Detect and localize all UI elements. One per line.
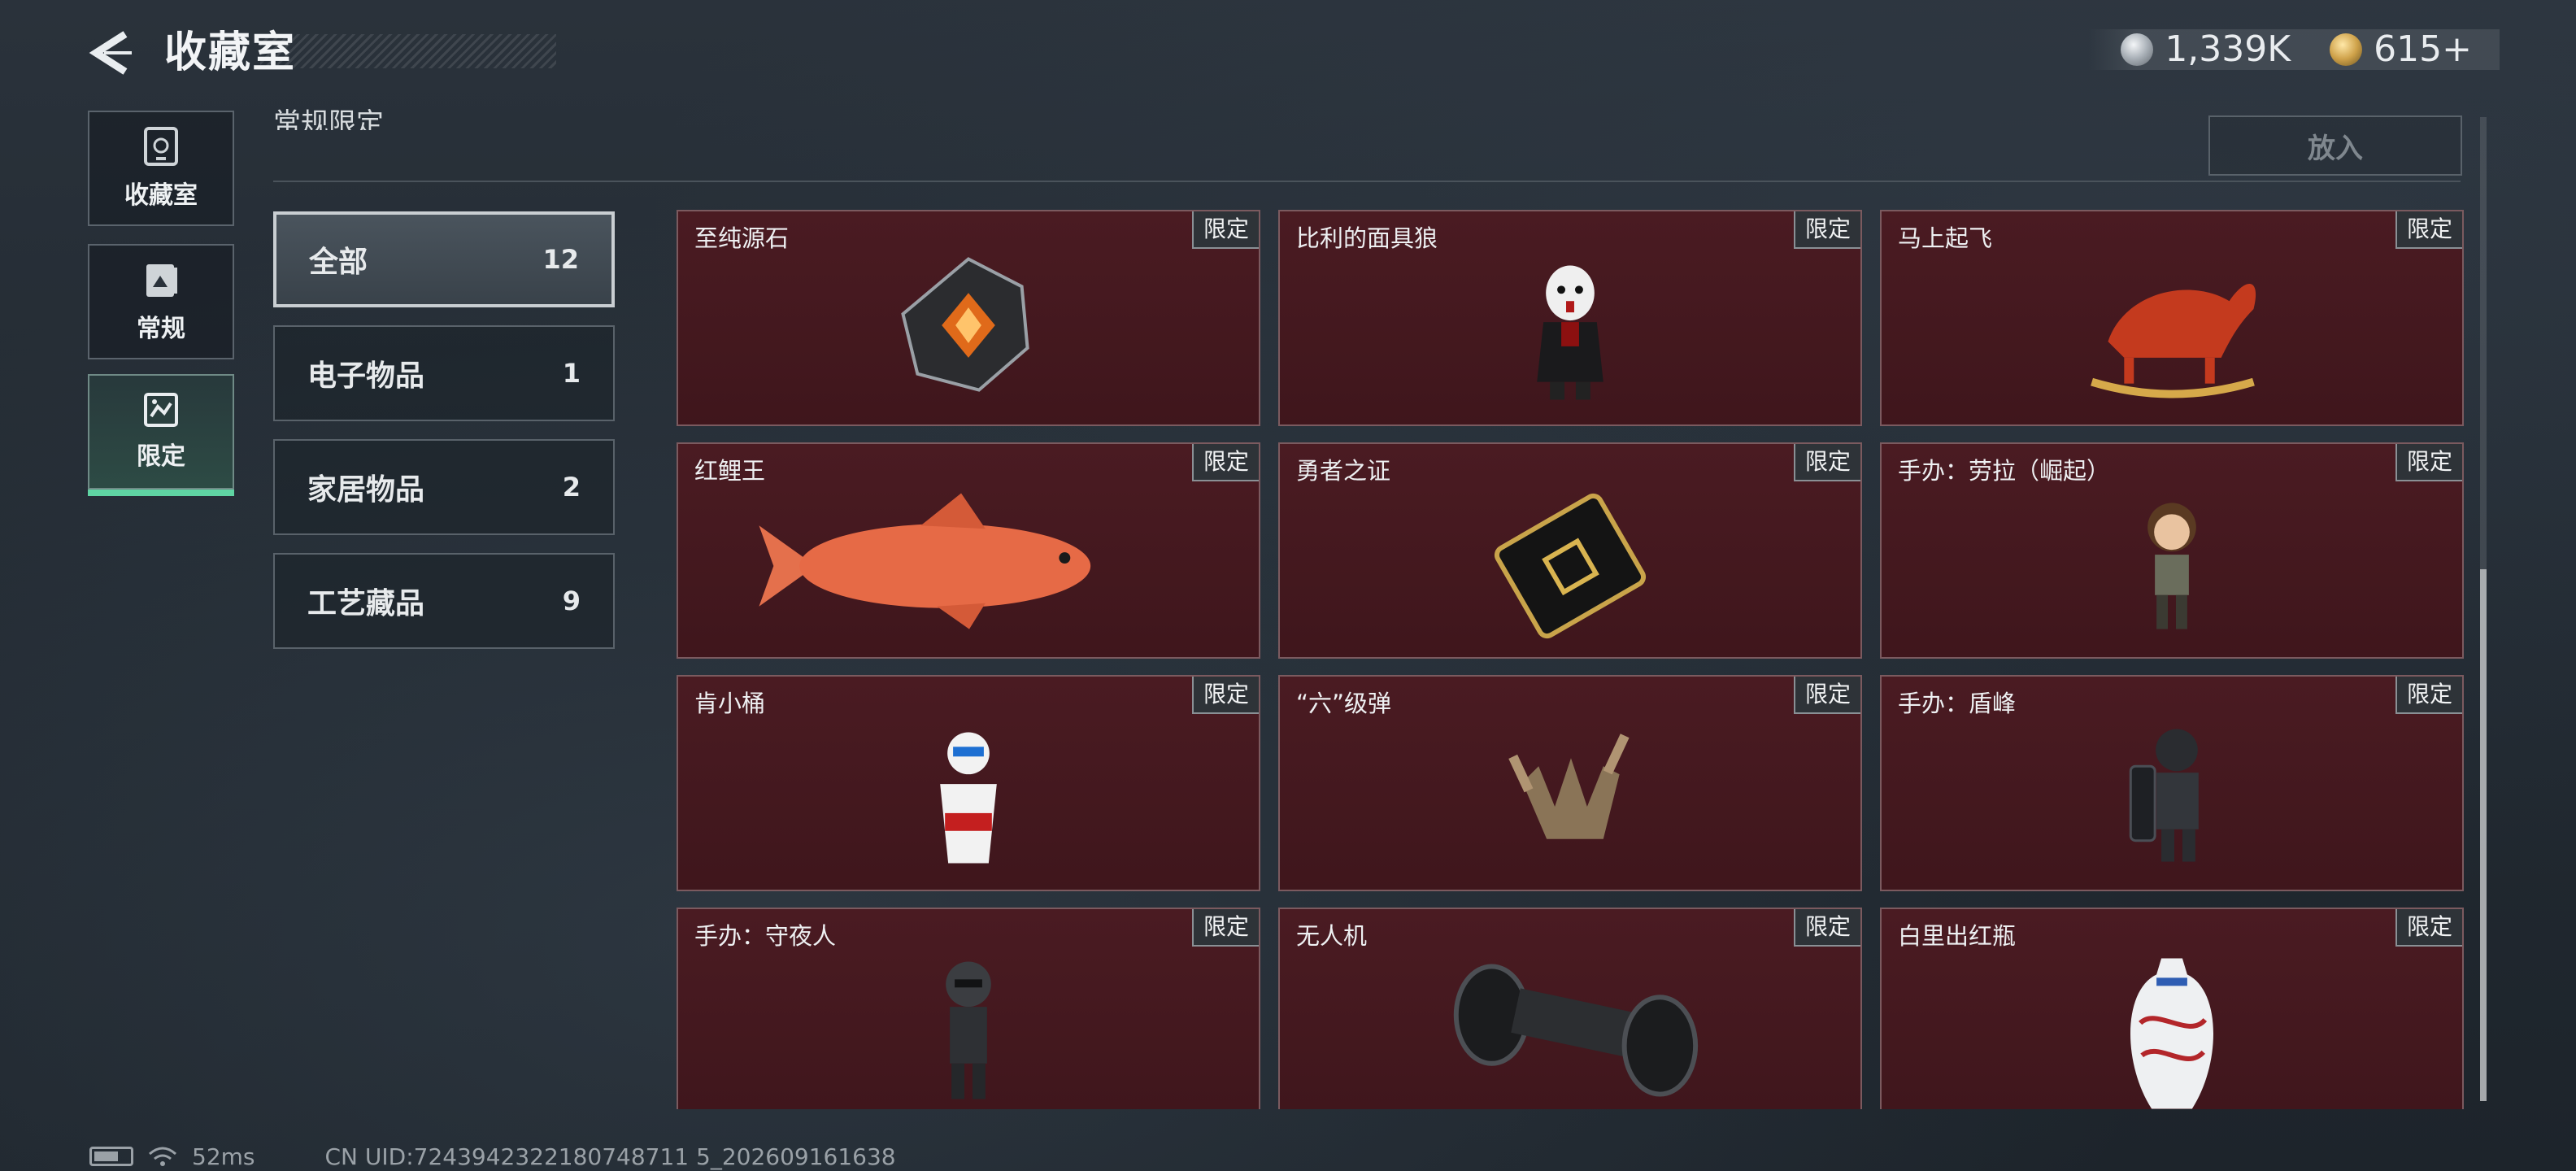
category-count: 1 <box>562 358 581 389</box>
category-household[interactable]: 家居物品 2 <box>273 439 615 535</box>
battery-icon <box>89 1147 133 1166</box>
shield-figure-icon <box>2129 729 2199 862</box>
collection-icon <box>144 127 178 166</box>
item-grid: 至纯源石 限定 比利的面具狼 限定 马上起飞 限定 红鲤王 限定 勇者之证 限定… <box>677 210 2465 1109</box>
back-arrow-icon <box>89 31 132 75</box>
category-count: 12 <box>542 244 579 275</box>
category-name: 电子物品 <box>307 359 425 393</box>
section-divider <box>273 181 2461 182</box>
bucket-figure-icon <box>940 732 997 864</box>
item-card-shield-peak-figure[interactable]: 手办：盾峰 限定 <box>1880 675 2464 891</box>
puppet-figure-icon <box>1537 265 1603 400</box>
item-card-kfc-bucket[interactable]: 肯小桶 限定 <box>677 675 1260 891</box>
fish-icon <box>759 493 1091 629</box>
grid-scroll-thumb[interactable] <box>2480 569 2487 1101</box>
item-card-take-off[interactable]: 马上起飞 限定 <box>1880 210 2464 426</box>
gold-coin-icon <box>2330 33 2363 66</box>
wifi-icon <box>149 1147 176 1166</box>
item-card-red-vase[interactable]: 白里出红瓶 限定 <box>1880 908 2464 1109</box>
figure-icon <box>2147 503 2196 629</box>
sidenav-item-regular[interactable]: 常规 <box>88 244 234 359</box>
sidenav-label: 收藏室 <box>124 181 198 210</box>
category-count: 9 <box>562 586 581 616</box>
rocking-horse-icon <box>2091 283 2256 398</box>
put-in-button[interactable]: 放入 <box>2208 115 2462 176</box>
sidenav-item-limited[interactable]: 限定 <box>88 374 234 496</box>
page-title: 收藏室 <box>164 28 297 77</box>
item-card-night-watch-figure[interactable]: 手办：守夜人 限定 <box>677 908 1260 1109</box>
card-icon <box>1494 493 1647 639</box>
vase-icon <box>2130 958 2214 1109</box>
sidenav-label: 常规 <box>137 315 185 343</box>
category-count: 2 <box>562 472 581 503</box>
sidenav-label: 限定 <box>137 442 185 471</box>
item-card-billy-mask[interactable]: 比利的面具狼 限定 <box>1278 210 1862 426</box>
uid-text: CN UID:7243942322180748711 5_20260916163… <box>324 1143 896 1170</box>
silver-coin-icon <box>2121 33 2154 66</box>
back-button[interactable] <box>88 29 135 76</box>
title-decoration <box>260 34 556 68</box>
item-card-drone[interactable]: 无人机 限定 <box>1278 908 1862 1109</box>
section-title: 常规限定 <box>273 107 384 130</box>
item-card-six-bullets[interactable]: “六”级弹 限定 <box>1278 675 1862 891</box>
ping-value: 52ms <box>192 1143 255 1170</box>
category-name: 家居物品 <box>307 473 425 507</box>
hand-bullets-icon <box>1508 734 1630 839</box>
currency-bar: 1,339K 615+ <box>2088 29 2500 70</box>
limited-icon <box>144 393 178 427</box>
item-card-pure-source-stone[interactable]: 至纯源石 限定 <box>677 210 1260 426</box>
album-icon <box>146 264 177 297</box>
sidenav-item-collection[interactable]: 收藏室 <box>88 111 234 226</box>
category-name: 全部 <box>309 246 368 279</box>
silver-currency-value: 1,339K <box>2165 28 2291 70</box>
gold-currency-value: 615+ <box>2374 28 2472 70</box>
figure-icon <box>946 961 991 1099</box>
category-all[interactable]: 全部 12 <box>273 211 615 307</box>
item-card-brave-proof[interactable]: 勇者之证 限定 <box>1278 442 1862 659</box>
item-card-lara-figure[interactable]: 手办：劳拉（崛起） 限定 <box>1880 442 2464 659</box>
gem-icon <box>901 257 1029 392</box>
category-electronics[interactable]: 电子物品 1 <box>273 325 615 421</box>
item-card-red-carp-king[interactable]: 红鲤王 限定 <box>677 442 1260 659</box>
category-crafts[interactable]: 工艺藏品 9 <box>273 553 615 649</box>
drone-icon <box>1453 964 1699 1097</box>
status-bar: 52ms CN UID:7243942322180748711 5_202609… <box>89 1142 896 1171</box>
category-name: 工艺藏品 <box>307 587 425 620</box>
